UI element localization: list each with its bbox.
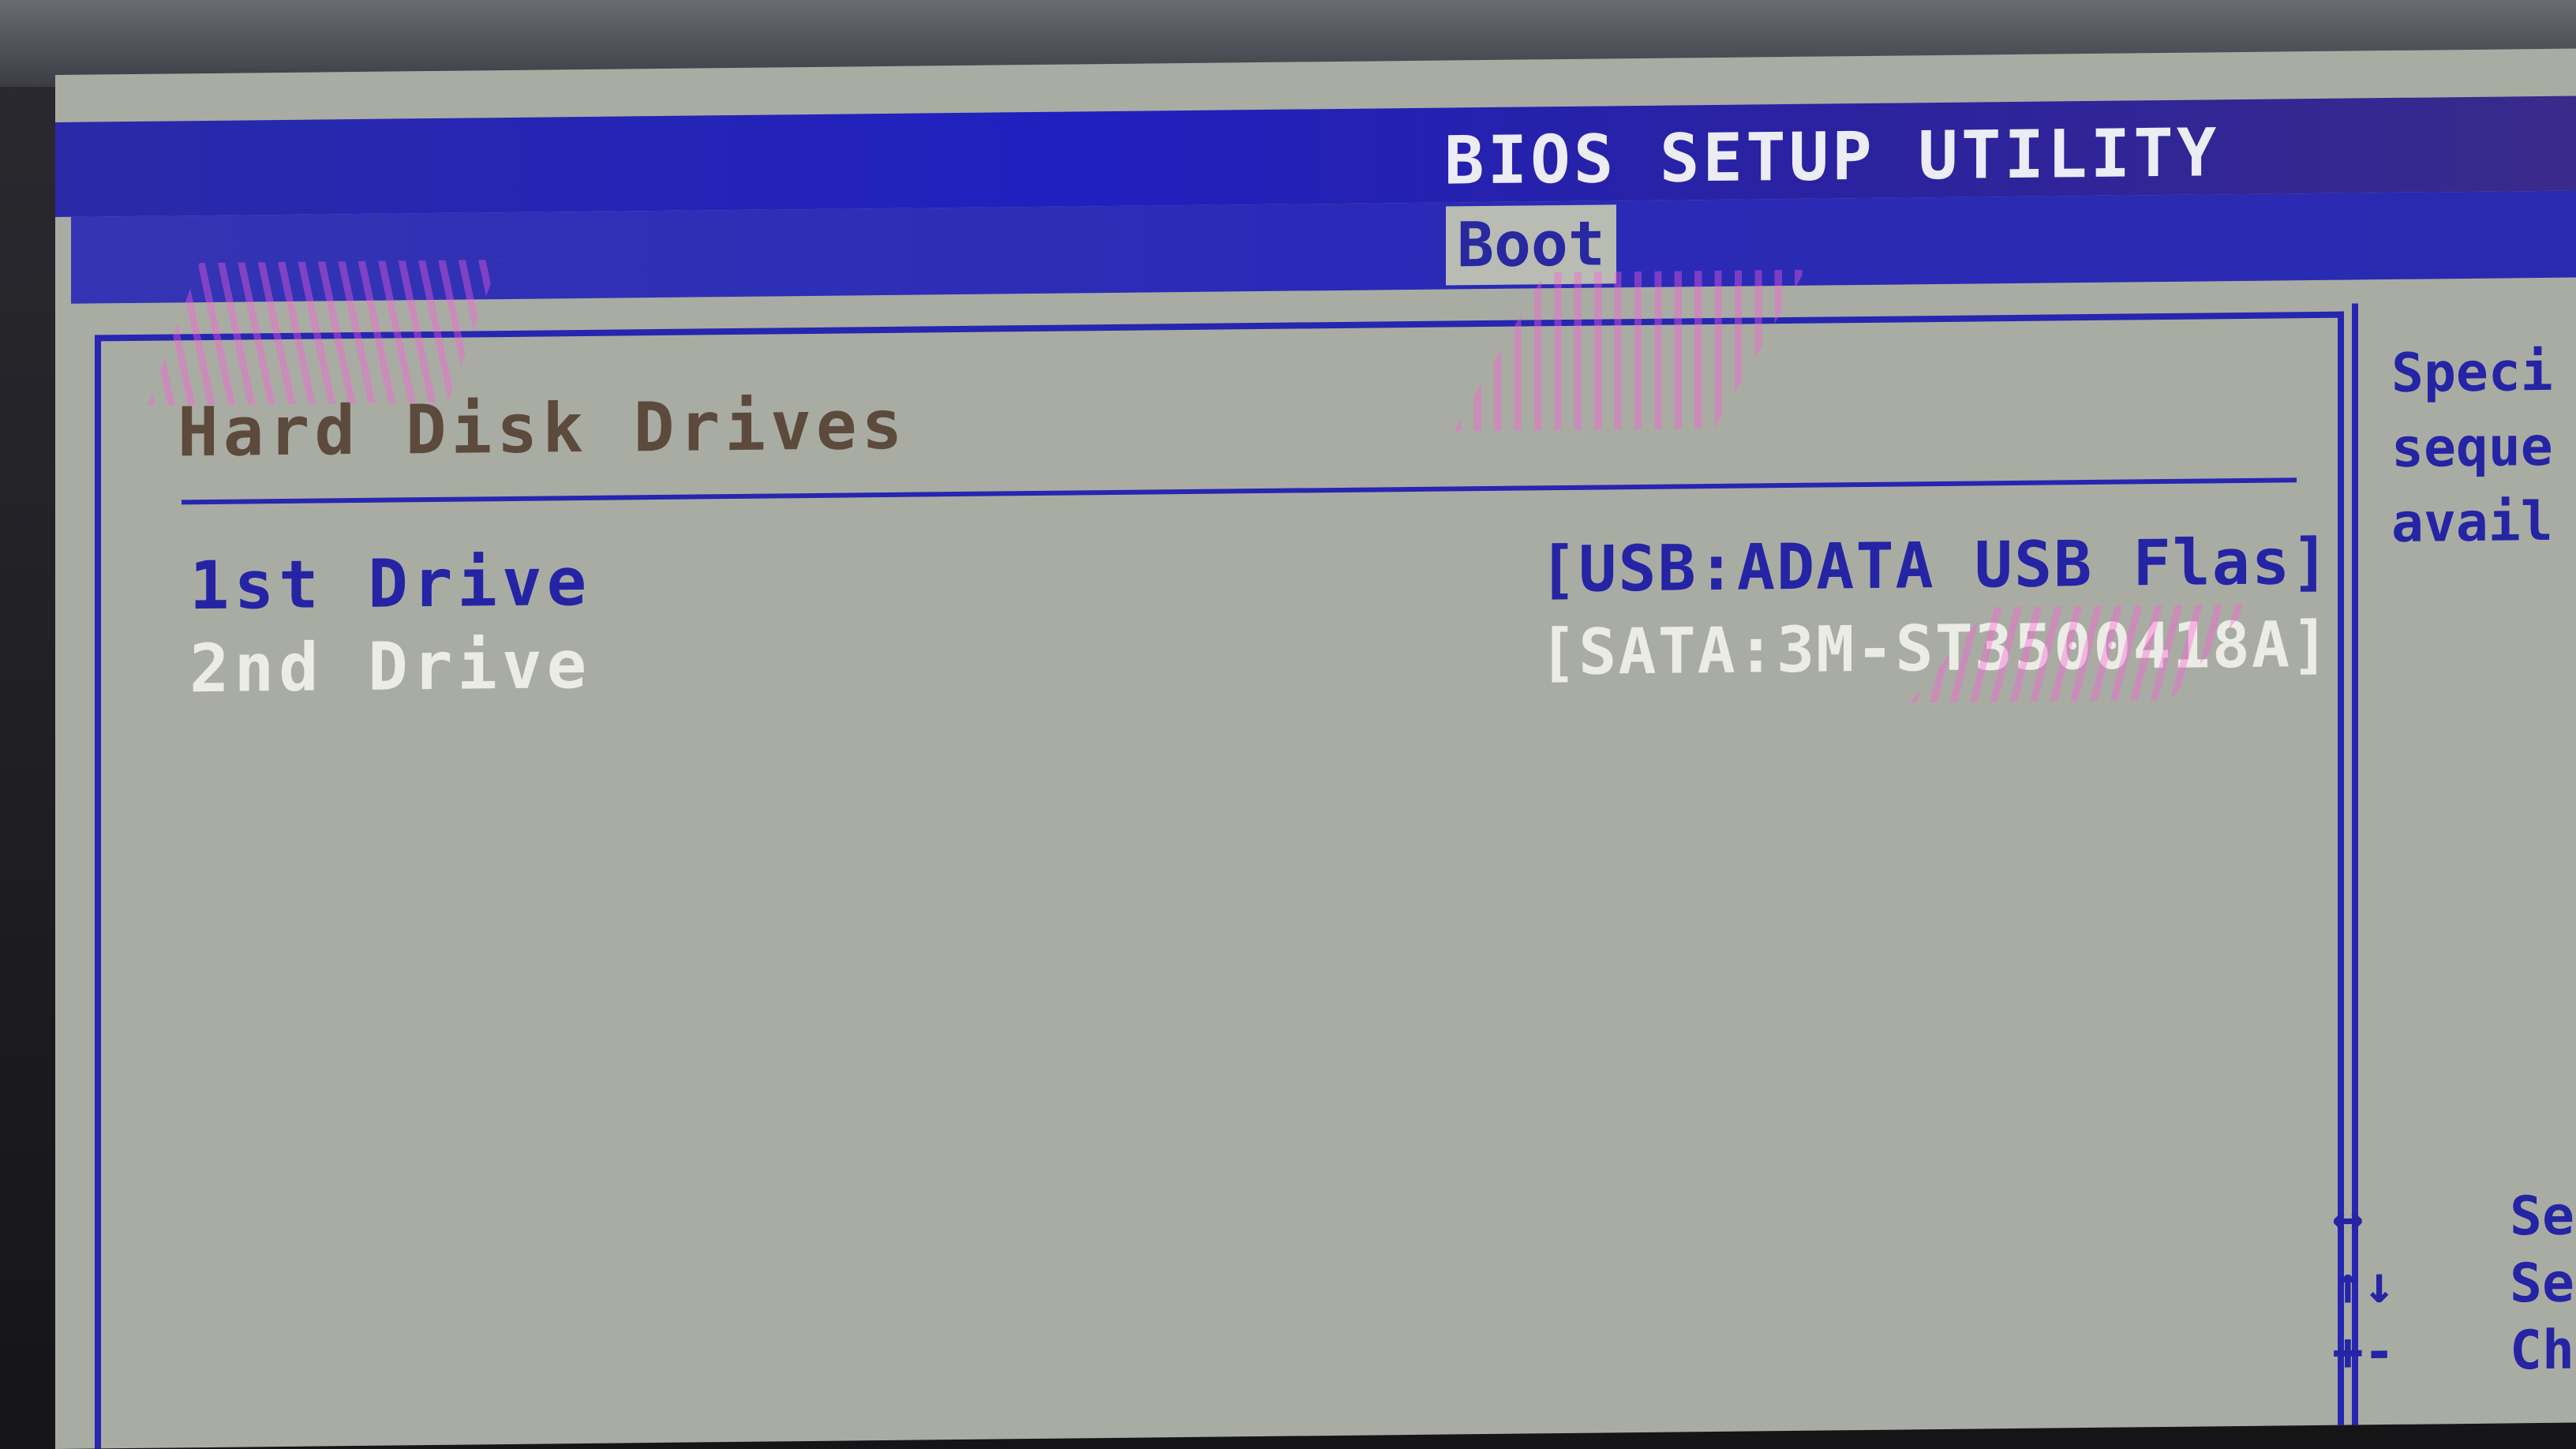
drive-row-1-value[interactable]: [USB:ADATA USB Flas] — [1539, 525, 2331, 607]
help-text-line-3: avail — [2391, 490, 2553, 556]
help-text-line-1: Speci — [2391, 340, 2553, 406]
up-down-arrow-icon: ↑↓ — [2332, 1253, 2395, 1316]
key-hint-action-3: Ch — [2510, 1319, 2574, 1383]
bios-screen: BIOS SETUP UTILITY Boot Hard Disk Drives… — [55, 48, 2576, 1449]
help-text-line-2: seque — [2391, 415, 2553, 481]
screen-glare-1 — [148, 260, 500, 406]
key-hint-action-1: Se — [2510, 1185, 2574, 1249]
key-hint-action-2: Se — [2510, 1252, 2574, 1316]
bios-title: BIOS SETUP UTILITY — [1444, 114, 2220, 200]
plus-minus-icon: +- — [2332, 1320, 2395, 1383]
drive-row-2-label[interactable]: 2nd Drive — [189, 626, 591, 707]
left-right-arrow-icon: ↔ — [2332, 1187, 2364, 1249]
drive-row-1-label[interactable]: 1st Drive — [189, 543, 591, 624]
